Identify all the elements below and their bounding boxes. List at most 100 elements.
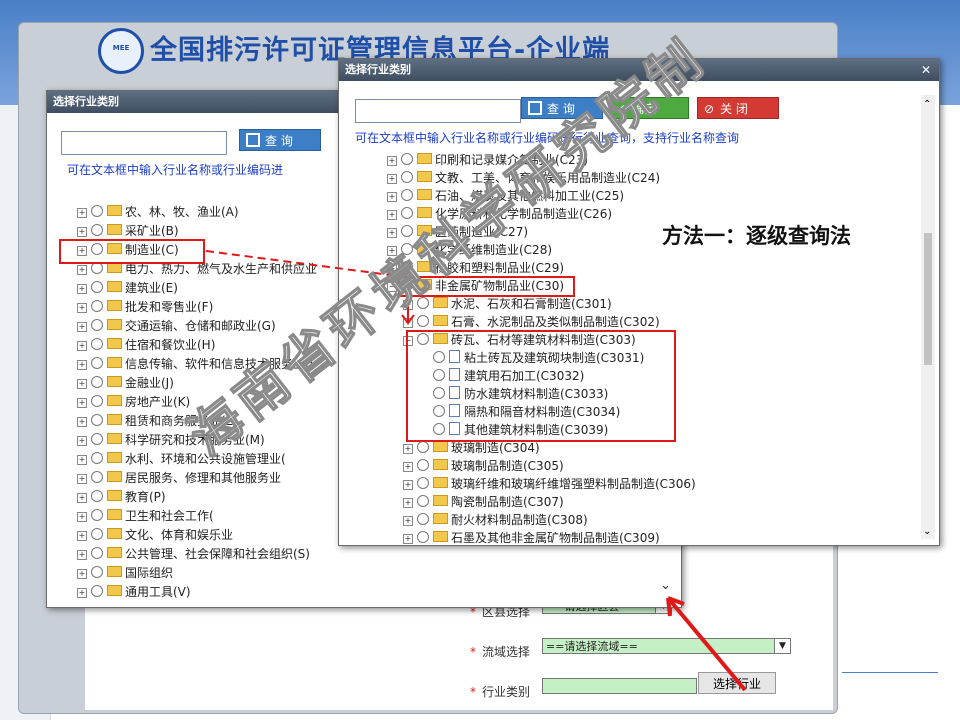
radio-button[interactable] [91, 357, 103, 369]
tree-item[interactable]: + 国际组织 [77, 564, 173, 582]
expand-icon[interactable]: + [77, 303, 87, 313]
tree-item[interactable]: + 金融业(J) [77, 374, 174, 392]
industry-input[interactable] [542, 678, 697, 694]
close-button[interactable]: ⊘ 关 闭 [697, 97, 779, 119]
tree-item[interactable]: + 石墨及其他非金属矿物制品制造(C309) [403, 529, 660, 547]
expand-icon[interactable]: + [403, 498, 413, 508]
radio-button[interactable] [91, 281, 103, 293]
front-search-button[interactable]: 查 询 [521, 97, 603, 119]
tree-item[interactable]: + 科学研究和技术服务业(M) [77, 431, 265, 449]
expand-icon[interactable]: + [77, 379, 87, 389]
expand-icon[interactable]: + [77, 588, 87, 598]
expand-icon[interactable]: − [387, 282, 397, 292]
back-search-input[interactable] [61, 131, 227, 155]
expand-icon[interactable]: + [77, 360, 87, 370]
scrollbar-thumb[interactable] [924, 233, 932, 365]
radio-button[interactable] [401, 243, 413, 255]
expand-icon[interactable]: + [77, 284, 87, 294]
radio-button[interactable] [417, 459, 429, 471]
confirm-button[interactable]: ✔ 确定 [609, 97, 689, 119]
close-icon[interactable]: ✕ [921, 59, 931, 81]
expand-icon[interactable]: + [77, 512, 87, 522]
expand-icon[interactable]: + [403, 444, 413, 454]
expand-icon[interactable]: + [387, 192, 397, 202]
radio-button[interactable] [91, 471, 103, 483]
scroll-up-icon[interactable]: ⌃ [923, 99, 931, 110]
tree-item[interactable]: + 文化、体育和娱乐业 [77, 526, 233, 544]
expand-icon[interactable]: + [77, 208, 87, 218]
tree-item[interactable]: + 橡胶和塑料制品业(C29) [387, 259, 564, 277]
tree-item[interactable]: + 玻璃制品制造(C305) [403, 457, 564, 475]
radio-button[interactable] [91, 338, 103, 350]
radio-button[interactable] [91, 528, 103, 540]
tree-item[interactable]: + 石油、煤炭及其他燃料加工业(C25) [387, 187, 624, 205]
radio-button[interactable] [401, 171, 413, 183]
expand-icon[interactable]: + [77, 493, 87, 503]
radio-button[interactable] [417, 531, 429, 543]
expand-icon[interactable]: + [77, 265, 87, 275]
expand-icon[interactable]: + [387, 264, 397, 274]
expand-icon[interactable]: + [403, 318, 413, 328]
expand-icon[interactable]: + [403, 300, 413, 310]
radio-button[interactable] [417, 297, 429, 309]
radio-button[interactable] [401, 261, 413, 273]
scroll-down-icon[interactable]: ⌄ [660, 578, 671, 593]
radio-button[interactable] [91, 547, 103, 559]
radio-button[interactable] [401, 225, 413, 237]
radio-button[interactable] [91, 300, 103, 312]
radio-button[interactable] [417, 315, 429, 327]
radio-button[interactable] [91, 224, 103, 236]
tree-item[interactable]: + 陶瓷制品制造(C307) [403, 493, 564, 511]
expand-icon[interactable]: + [387, 246, 397, 256]
tree-item[interactable]: + 信息传输、软件和信息技术服务业(I [77, 355, 313, 373]
tree-item[interactable]: + 租赁和商务服务业(L) [77, 412, 237, 430]
expand-icon[interactable]: + [77, 531, 87, 541]
tree-item[interactable]: + 水利、环境和公共设施管理业( [77, 450, 286, 468]
radio-button[interactable] [401, 189, 413, 201]
expand-icon[interactable]: + [387, 210, 397, 220]
tree-item[interactable]: + 文教、工美、体育和娱乐用品制造业(C24) [387, 169, 660, 187]
expand-icon[interactable]: + [403, 462, 413, 472]
radio-button[interactable] [91, 490, 103, 502]
radio-button[interactable] [91, 414, 103, 426]
expand-icon[interactable]: + [387, 174, 397, 184]
radio-button[interactable] [417, 513, 429, 525]
radio-button[interactable] [91, 566, 103, 578]
expand-icon[interactable]: + [77, 398, 87, 408]
expand-icon[interactable]: + [387, 156, 397, 166]
radio-button[interactable] [91, 585, 103, 597]
expand-icon[interactable]: + [77, 436, 87, 446]
tree-item[interactable]: + 建筑业(E) [77, 279, 178, 297]
tree-item[interactable]: + 医药制造业(C27) [387, 223, 528, 241]
radio-button[interactable] [91, 395, 103, 407]
chevron-down-icon[interactable]: ▼ [774, 639, 790, 653]
tree-item[interactable]: + 公共管理、社会保障和社会组织(S) [77, 545, 310, 563]
radio-button[interactable] [417, 495, 429, 507]
back-search-button[interactable]: 查 询 [239, 129, 321, 151]
radio-button[interactable] [91, 319, 103, 331]
expand-icon[interactable]: + [403, 516, 413, 526]
tree-item[interactable]: + 化学原料和化学制品制造业(C26) [387, 205, 612, 223]
radio-button[interactable] [417, 477, 429, 489]
basin-select[interactable]: ==请选择流域== ▼ [542, 638, 791, 654]
expand-icon[interactable]: + [77, 417, 87, 427]
radio-button[interactable] [401, 207, 413, 219]
radio-button[interactable] [91, 509, 103, 521]
tree-item[interactable]: + 化学纤维制造业(C28) [387, 241, 552, 259]
tree-item[interactable]: + 石膏、水泥制品及类似制品制造(C302) [403, 313, 660, 331]
tree-item[interactable]: + 采矿业(B) [77, 222, 179, 240]
radio-button[interactable] [91, 433, 103, 445]
tree-item[interactable]: + 卫生和社会工作( [77, 507, 214, 525]
tree-item[interactable]: + 交通运输、仓储和邮政业(G) [77, 317, 276, 335]
select-industry-button[interactable]: 选择行业 [698, 672, 776, 694]
tree-item[interactable]: + 玻璃纤维和玻璃纤维增强塑料制品制造(C306) [403, 475, 696, 493]
tree-item[interactable]: + 批发和零售业(F) [77, 298, 213, 316]
radio-button[interactable] [91, 205, 103, 217]
tree-item[interactable]: + 印刷和记录媒介复制业(C23) [387, 151, 588, 169]
expand-icon[interactable]: + [77, 474, 87, 484]
tree-item[interactable]: + 农、林、牧、渔业(A) [77, 203, 239, 221]
expand-icon[interactable]: + [403, 534, 413, 544]
radio-button[interactable] [91, 376, 103, 388]
expand-icon[interactable]: + [77, 341, 87, 351]
expand-icon[interactable]: + [77, 569, 87, 579]
